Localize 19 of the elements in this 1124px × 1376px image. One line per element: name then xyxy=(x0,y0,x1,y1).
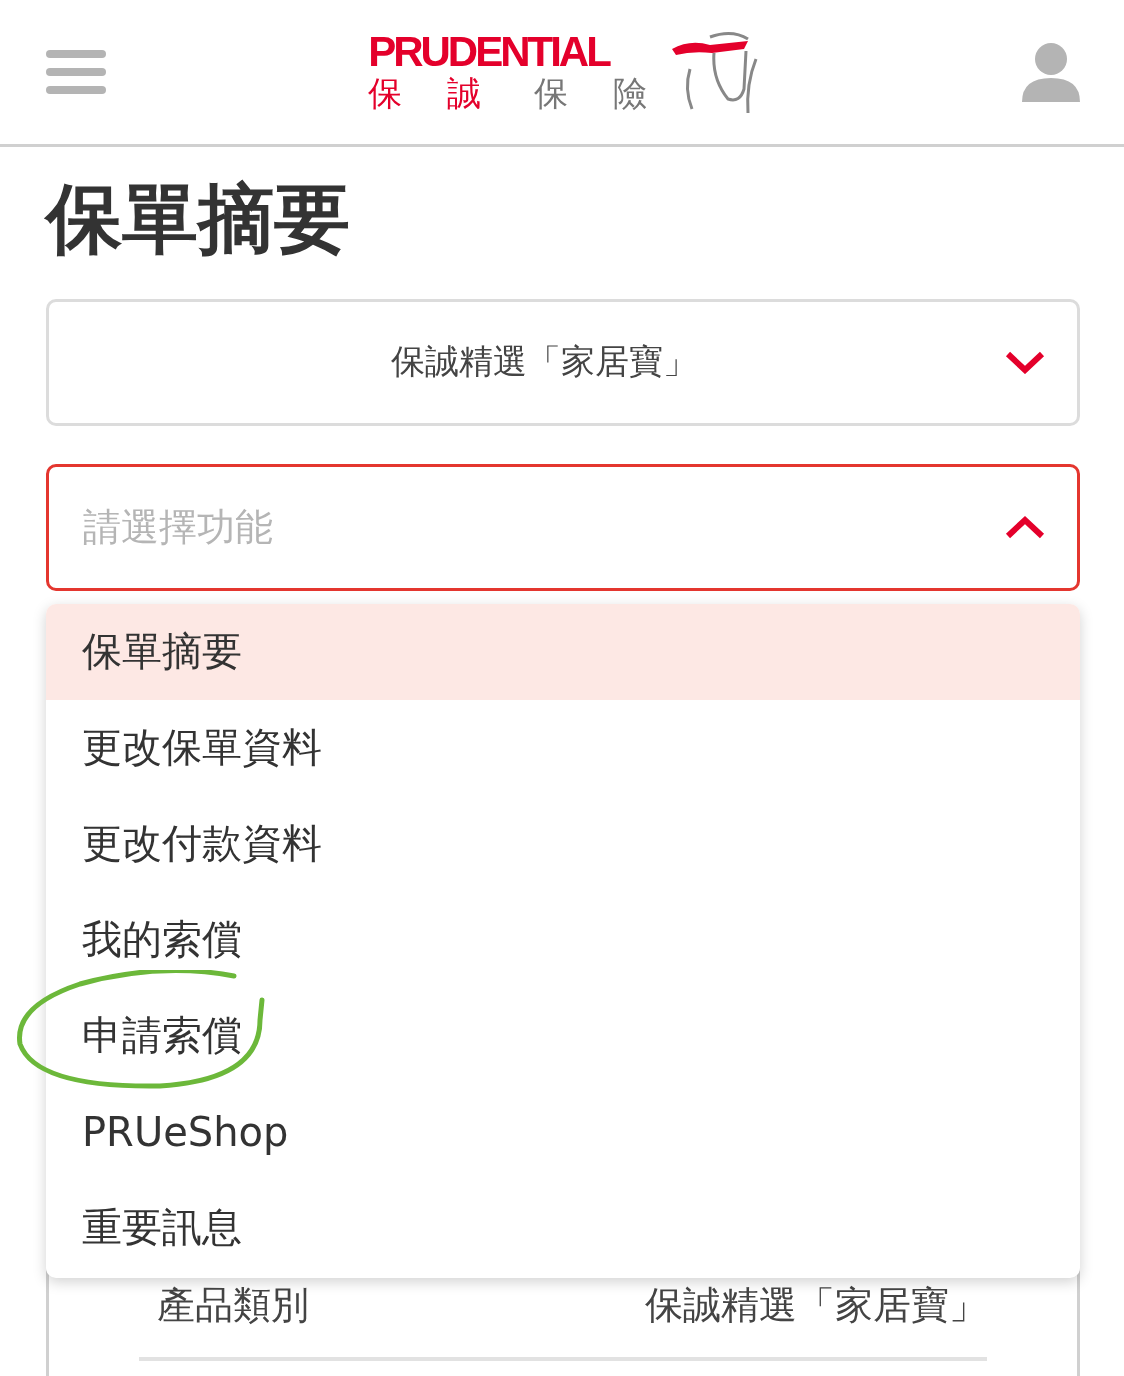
menu-icon[interactable] xyxy=(46,48,106,96)
field-label: 產品類別 xyxy=(157,1281,309,1329)
chevron-up-icon xyxy=(1005,515,1045,540)
user-icon[interactable] xyxy=(1022,42,1080,102)
brand-tagline: 保 誠 xyxy=(368,75,498,113)
field-value: 保誠精選「家居寶」 xyxy=(645,1281,987,1329)
menu-item[interactable]: 我的索償 xyxy=(46,891,1080,988)
menu-item[interactable]: 更改付款資料 xyxy=(46,795,1080,892)
menu-item[interactable]: PRUeShop xyxy=(46,1083,1080,1180)
brand-name: PRUDENTIAL xyxy=(368,31,611,74)
logo-figure-icon xyxy=(669,29,760,115)
menu-item[interactable]: 申請索償 xyxy=(46,987,1080,1084)
chevron-down-icon xyxy=(1005,350,1045,375)
menu-item[interactable]: 保單摘要 xyxy=(46,603,1080,700)
menu-item[interactable]: 重要訊息 xyxy=(46,1179,1080,1276)
brand-tagline: 保 險 xyxy=(534,75,664,113)
menu-item[interactable]: 更改保單資料 xyxy=(46,699,1080,796)
page-title: 保單摘要 xyxy=(46,177,351,261)
policy-dropdown[interactable]: 保誠精選「家居寶」 xyxy=(46,298,1080,426)
